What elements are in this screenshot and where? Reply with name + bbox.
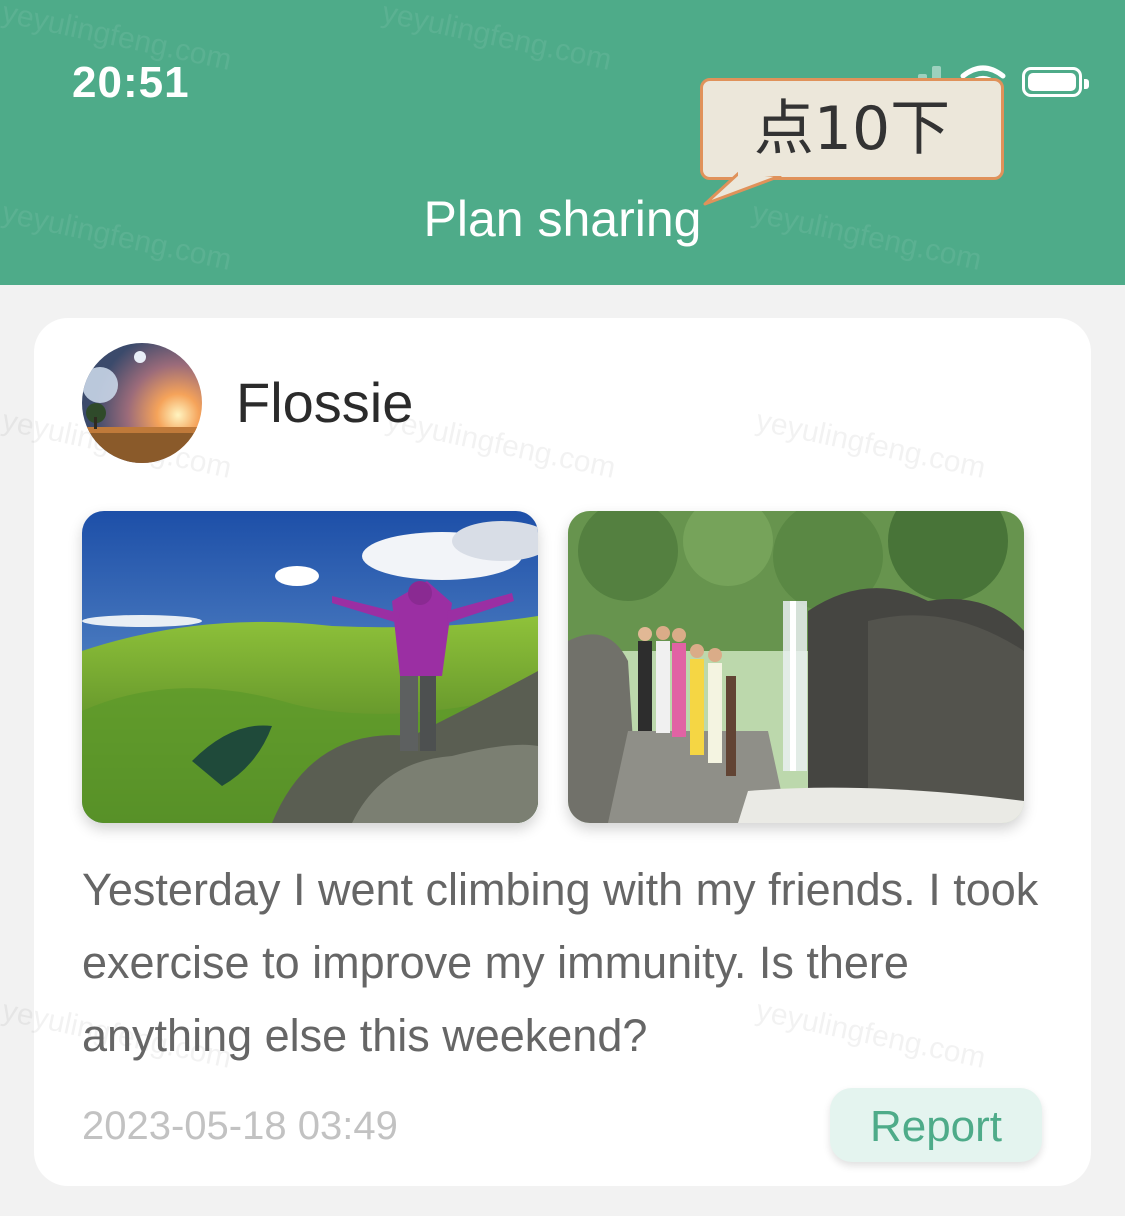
battery-icon: [1022, 67, 1089, 97]
username: Flossie: [236, 371, 414, 434]
post-card: yeyulingfeng.com yeyulingfeng.com yeyuli…: [0, 318, 1091, 1186]
post-photo[interactable]: [82, 511, 538, 823]
watermark: yeyulingfeng.com: [379, 0, 615, 77]
post-timestamp: 2023-05-18 03:49: [82, 1104, 398, 1148]
post-text: Yesterday I went climbing with my friend…: [82, 864, 1039, 1061]
page-title: Plan sharing: [423, 191, 702, 247]
callout-pointer: [703, 170, 784, 206]
post-photo[interactable]: [568, 511, 1024, 823]
avatar[interactable]: [82, 343, 202, 463]
watermark: yeyulingfeng.com: [753, 404, 989, 485]
report-button[interactable]: Report: [830, 1088, 1042, 1162]
annotation-callout: 点10下: [700, 78, 1004, 180]
status-time: 20:51: [72, 58, 190, 107]
watermark: yeyulingfeng.com: [383, 404, 619, 485]
